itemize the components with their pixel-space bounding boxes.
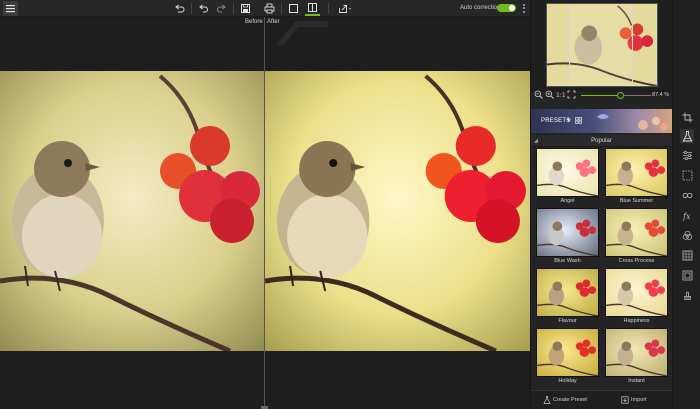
toolbar-separator [328,3,329,14]
svg-text:1:1: 1:1 [556,92,565,99]
navigator [531,0,672,92]
zoom-controls: 1:1 87.4 % [531,88,672,102]
selection-icon[interactable] [680,168,694,182]
color-circles-icon[interactable] [680,228,694,242]
frame-icon[interactable] [680,268,694,282]
save-icon[interactable] [238,1,253,16]
preset-item[interactable]: Cross Process [605,208,668,266]
svg-text:fx: fx [682,212,691,221]
presets-category-header[interactable]: ◢ Popular [531,135,672,147]
actual-size-icon[interactable]: 1:1 [556,90,566,99]
undo-all-icon[interactable] [172,1,187,16]
presets-category-label: Popular [591,138,612,144]
effects-fx-icon[interactable]: fx [680,208,694,222]
preset-name: Holiday [558,378,577,384]
preset-item[interactable]: Blue Wash [536,208,599,266]
toolbar-separator [281,3,282,14]
share-icon[interactable] [335,1,355,16]
auto-correction-label: Auto correction [460,5,501,11]
red-eye-icon[interactable] [680,188,694,202]
presets-header: PRESETS + [531,109,672,133]
preset-thumbnail [605,148,668,197]
zoom-in-icon[interactable] [545,90,554,99]
preset-thumbnail [536,328,599,377]
preset-item[interactable]: Happiness [605,268,668,326]
preset-item[interactable]: Blue Summer [605,148,668,206]
preset-name: Blue Wash [554,258,581,264]
import-icon [621,396,629,404]
preset-name: Flavour [558,318,577,324]
zoom-slider[interactable] [581,92,651,99]
before-label: Before [245,19,263,25]
presets-grid-icon[interactable] [575,117,582,124]
undo-icon[interactable] [196,1,211,16]
preset-thumbnail [536,268,599,317]
navigator-thumbnail[interactable] [546,3,658,87]
zoom-out-icon[interactable] [534,90,543,99]
stamp-icon[interactable] [680,288,694,302]
after-image [265,71,530,351]
preset-item[interactable]: Instant [605,328,668,386]
create-preset-button[interactable]: Create Preset [543,396,587,404]
split-view-icon[interactable] [305,1,320,16]
create-preset-label: Create Preset [553,397,587,403]
add-preset-icon[interactable]: + [566,115,571,125]
adjust-sliders-icon[interactable] [680,148,694,162]
toolbar-separator [191,3,192,14]
image-canvas[interactable]: Before After [0,17,530,409]
presets-footer: Create Preset Import [531,390,672,409]
preset-thumbnail [605,268,668,317]
preset-name: Instant [628,378,645,384]
zoom-slider-fill [581,95,620,96]
menu-icon[interactable] [3,1,18,16]
presets-flask-icon[interactable] [680,129,694,143]
preset-name: Happiness [623,318,650,324]
preset-thumbnail [605,208,668,257]
import-button[interactable]: Import [621,396,647,404]
import-label: Import [631,397,647,403]
flask-icon [543,396,551,404]
fit-screen-icon[interactable] [567,90,576,99]
preset-name: Blue Summer [619,198,654,204]
navigator-viewport[interactable] [569,4,633,86]
crop-icon[interactable] [680,110,694,124]
auto-correction-toggle[interactable] [497,4,516,12]
print-icon[interactable] [262,1,277,16]
split-decoration [276,21,328,45]
before-image [0,71,264,351]
more-icon[interactable] [522,3,525,14]
preset-item[interactable]: Holiday [536,328,599,386]
preset-thumbnail [536,148,599,197]
presets-list: Angel Blue Summer Blue Wash Cross Process Fl… [531,148,672,390]
single-view-icon[interactable] [286,1,301,16]
right-panel: 1:1 87.4 % PRESETS + ◢ Popular Angel Blu… [530,0,700,409]
preset-item[interactable]: Angel [536,148,599,206]
zoom-value: 87.4 % [652,92,670,98]
toolbar-separator [233,3,234,14]
tools-strip: fx [672,0,700,409]
preset-thumbnail [536,208,599,257]
preset-item[interactable]: Flavour [536,268,599,326]
preset-name: Cross Process [618,258,655,264]
texture-grid-icon[interactable] [680,248,694,262]
preset-name: Angel [560,198,575,204]
top-toolbar: Auto correction [0,0,530,17]
zoom-slider-handle[interactable] [616,92,624,99]
redo-icon[interactable] [214,1,229,16]
preset-thumbnail [605,328,668,377]
